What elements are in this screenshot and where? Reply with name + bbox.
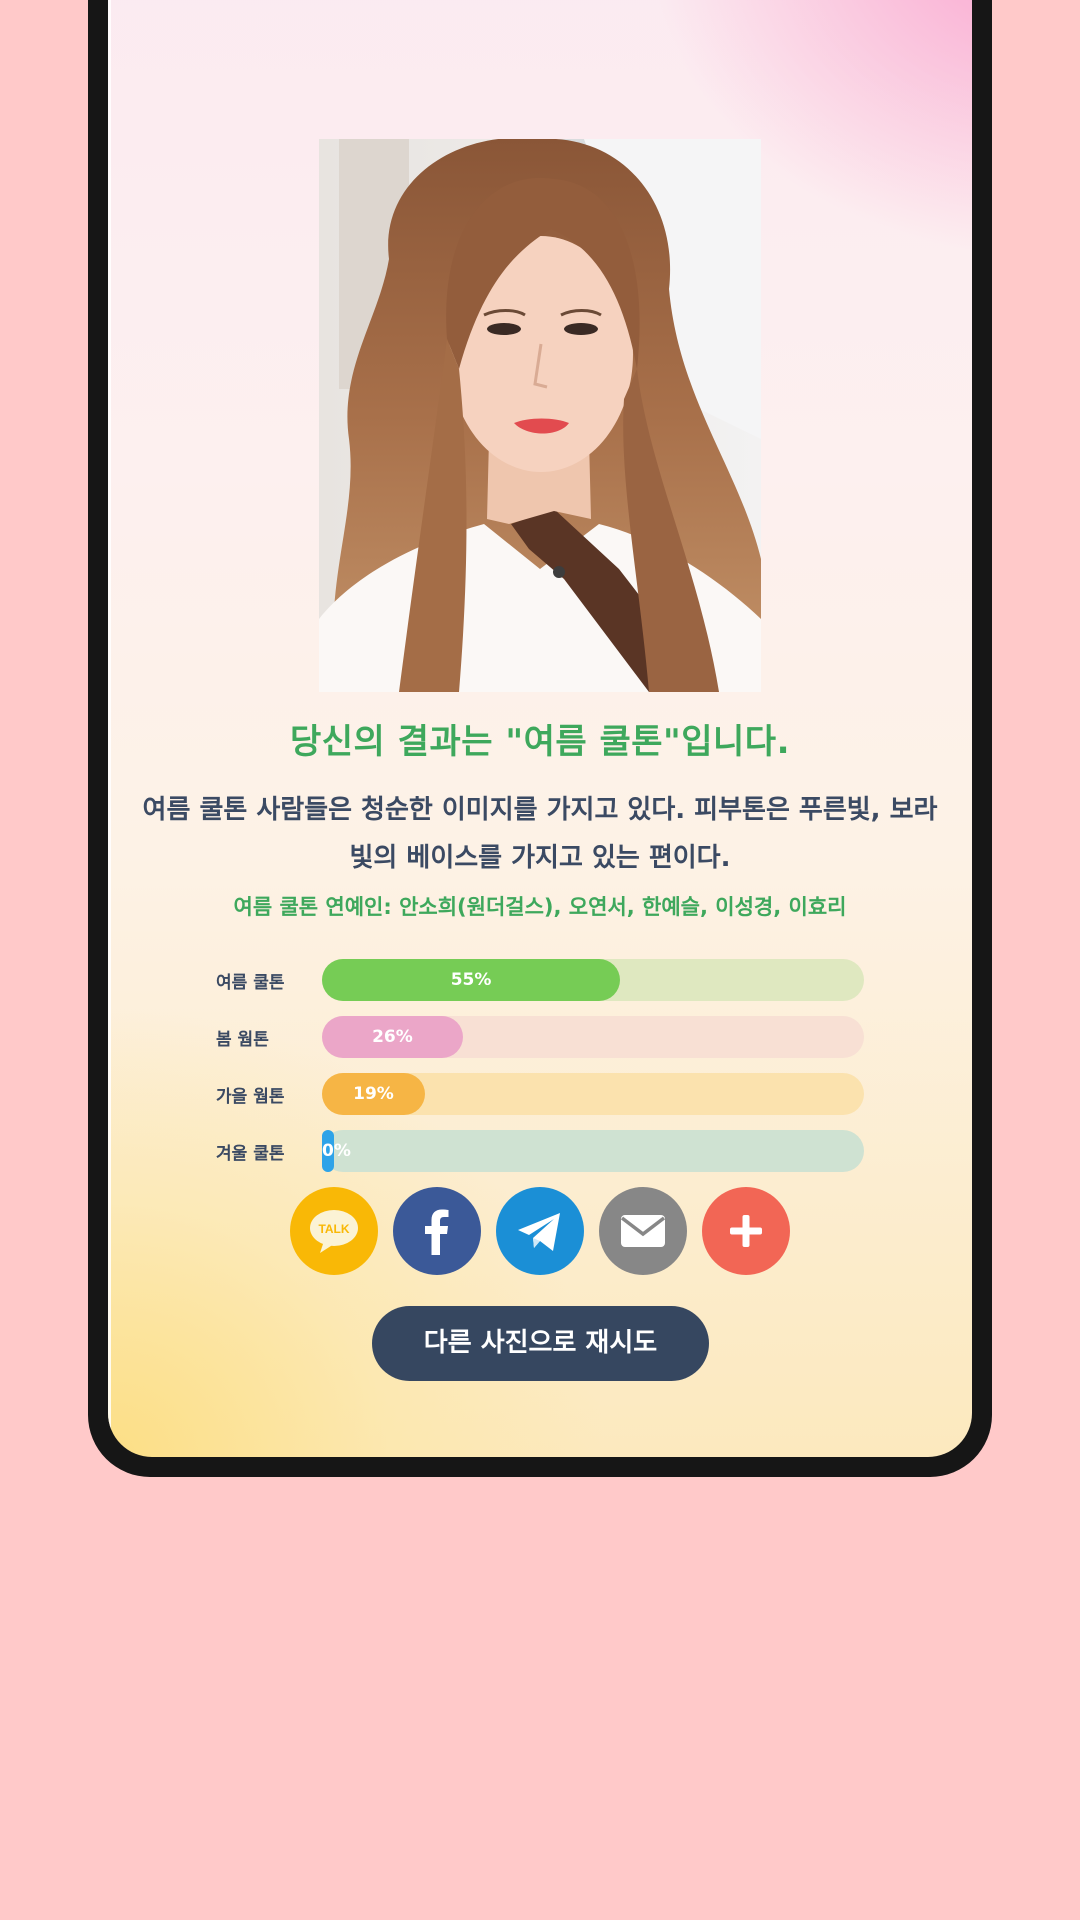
score-track: 0% [322, 1130, 864, 1172]
score-percent: 0% [322, 1141, 351, 1161]
page: 당신의 결과는 "여름 쿨톤"입니다. 여름 쿨톤 사람들은 청순한 이미지를 … [0, 0, 1080, 1920]
facebook-share-button[interactable] [393, 1187, 481, 1275]
more-share-button[interactable] [702, 1187, 790, 1275]
celebrity-list: 여름 쿨톤 연예인: 안소희(원더걸스), 오연서, 한예슬, 이성경, 이효리 [233, 895, 847, 919]
score-track: 55% [322, 959, 864, 1001]
uploaded-photo [319, 139, 761, 692]
envelope-icon [620, 1215, 666, 1247]
score-label: 가을 웜톤 [216, 1087, 285, 1107]
score-percent: 26% [372, 1027, 413, 1047]
score-track: 19% [322, 1073, 864, 1115]
result-description: 여름 쿨톤 사람들은 청순한 이미지를 가지고 있다. 피부톤은 푸른빛, 보라… [142, 795, 938, 873]
score-percent: 55% [450, 970, 492, 990]
talk-icon-text: TALK [318, 1222, 349, 1236]
kakaotalk-share-button[interactable]: TALK [290, 1187, 378, 1275]
result-title: 당신의 결과는 "여름 쿨톤"입니다. [290, 722, 790, 762]
email-share-button[interactable] [599, 1187, 687, 1275]
share-buttons: TALK [0, 1187, 1080, 1275]
facebook-f-icon [425, 1209, 449, 1255]
paper-plane-icon [518, 1213, 560, 1251]
score-percent: 19% [353, 1084, 394, 1104]
score-label: 겨울 쿨톤 [216, 1144, 285, 1164]
talk-bubble-icon: TALK [310, 1210, 358, 1253]
score-row: 가을 웜톤 19% [216, 1073, 864, 1115]
retry-button[interactable]: 다른 사진으로 재시도 [372, 1306, 709, 1381]
score-row: 겨울 쿨톤 0% [216, 1130, 864, 1172]
score-bars: 여름 쿨톤 55% 봄 웜톤 26% 가을 웜톤 19% 겨울 쿨톤 0% [216, 959, 864, 1187]
score-track: 26% [322, 1016, 864, 1058]
portrait-image [319, 139, 761, 692]
score-label: 봄 웜톤 [216, 1030, 269, 1050]
score-row: 여름 쿨톤 55% [216, 959, 864, 1001]
telegram-share-button[interactable] [496, 1187, 584, 1275]
score-label: 여름 쿨톤 [216, 973, 285, 993]
score-row: 봄 웜톤 26% [216, 1016, 864, 1058]
plus-icon [730, 1215, 762, 1247]
